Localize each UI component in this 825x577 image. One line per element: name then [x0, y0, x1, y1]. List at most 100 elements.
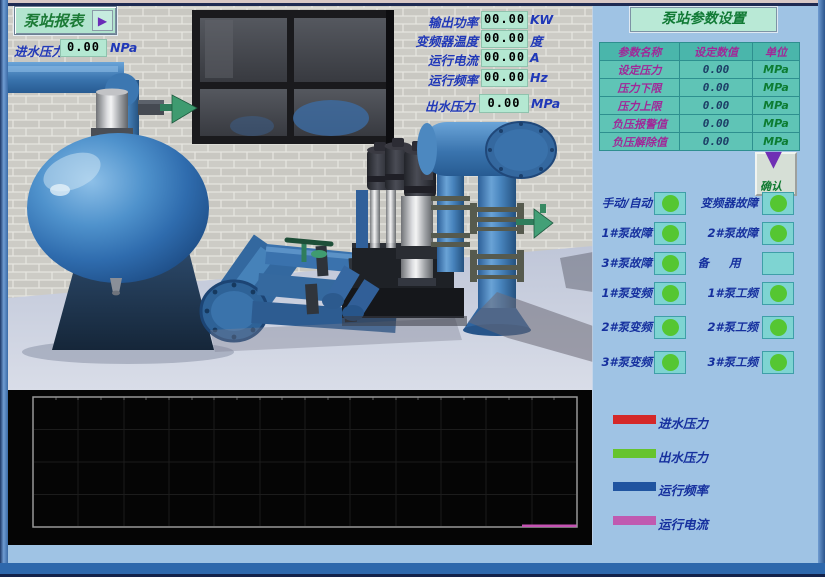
status-label-spare: 备 用 — [688, 255, 758, 271]
legend-swatch-outlet-pressure — [613, 449, 656, 458]
confirm-triangle-icon: ▼ — [765, 149, 782, 171]
param-name: 设定压力 — [600, 61, 680, 79]
legend-label-inlet-pressure: 进水压力 — [658, 413, 708, 432]
lamp-manual-auto — [654, 192, 686, 215]
discharge-header-pipe — [417, 122, 556, 178]
run-current-value: 00.00 — [481, 49, 528, 67]
lamp-pump1-vfd — [654, 282, 686, 305]
header-set-value: 设定数值 — [680, 43, 753, 61]
panel-divider — [592, 6, 593, 545]
status-label-pump1-mains: 1#泵工频 — [688, 285, 758, 301]
inlet-pressure-unit: NPa — [110, 40, 137, 55]
window — [192, 10, 394, 144]
param-name: 压力下限 — [600, 79, 680, 97]
lamp-pump1-mains — [762, 282, 794, 305]
legend-swatch-inlet-pressure — [613, 415, 656, 424]
report-button[interactable]: 泵站报表 ▶ — [14, 6, 117, 35]
legend-swatch-run-frequency — [613, 482, 656, 491]
header-param-name: 参数名称 — [600, 43, 680, 61]
settings-panel-title: 泵站参数设置 — [630, 7, 777, 32]
pump-casing — [401, 196, 433, 282]
outlet-pressure-label: 出水压力 — [400, 96, 475, 115]
lamp-circle — [662, 354, 679, 371]
lamp-circle — [770, 319, 787, 336]
lamp-pump2-vfd — [654, 316, 686, 339]
outlet-pressure-value: 0.00 — [479, 94, 529, 113]
param-unit: MPa — [753, 115, 800, 133]
param-value[interactable]: 0.00 — [680, 61, 753, 79]
param-name: 压力上限 — [600, 97, 680, 115]
status-label-pump2-vfd: 2#泵变频 — [586, 319, 652, 335]
status-label-pump3-fault: 3#泵故障 — [586, 255, 652, 271]
param-unit: MPa — [753, 97, 800, 115]
output-power-label: 输出功率 — [402, 12, 478, 31]
lamp-vfd-fault — [762, 192, 794, 215]
lamp-pump3-vfd — [654, 351, 686, 374]
run-frequency-unit: Hz — [530, 70, 548, 85]
legend-label-outlet-pressure: 出水压力 — [658, 447, 708, 466]
inlet-pressure-value: 0.00 — [60, 39, 107, 57]
param-unit: MPa — [753, 61, 800, 79]
param-value[interactable]: 0.00 — [680, 115, 753, 133]
status-label-manual-auto: 手动/自动 — [586, 195, 652, 211]
vfd-temperature-unit: 度 — [530, 31, 543, 50]
inlet-pressure-label: 进水压力 — [14, 41, 64, 60]
settings-table-header: 参数名称 设定数值 单位 — [600, 43, 800, 61]
output-power-value: 00.00 — [481, 11, 528, 29]
frame-left — [0, 0, 8, 577]
lamp-circle — [662, 195, 679, 212]
table-row: 压力上限 0.00 MPa — [600, 97, 800, 115]
run-frequency-value: 00.00 — [481, 69, 528, 87]
lamp-circle — [662, 255, 679, 272]
lamp-circle — [770, 255, 787, 272]
grid-lines — [34, 398, 576, 526]
param-value[interactable]: 0.00 — [680, 133, 753, 151]
param-unit: MPa — [753, 79, 800, 97]
header-unit: 单位 — [753, 43, 800, 61]
lamp-pump3-mains — [762, 351, 794, 374]
status-label-pump3-mains: 3#泵工频 — [688, 354, 758, 370]
lamp-pump2-mains — [762, 316, 794, 339]
pump-station-hmi-screen: 泵站报表 ▶ 进水压力 0.00 NPa 输出功率 00.00 KW 变频器温度… — [0, 0, 825, 577]
lamp-circle — [662, 225, 679, 242]
frame-top-dark — [0, 3, 825, 6]
table-row: 设定压力 0.00 MPa — [600, 61, 800, 79]
settings-table: 参数名称 设定数值 单位 设定压力 0.00 MPa 压力下限 0.00 MPa… — [599, 42, 800, 151]
status-label-vfd-fault: 变频器故障 — [688, 195, 758, 211]
lamp-pump3-fault — [654, 252, 686, 275]
lamp-circle — [662, 285, 679, 302]
table-row: 负压报警值 0.00 MPa — [600, 115, 800, 133]
vfd-temperature-label: 变频器温度 — [395, 31, 478, 50]
play-icon[interactable]: ▶ — [92, 10, 113, 31]
trend-chart — [8, 390, 592, 545]
outlet-pressure-unit: MPa — [531, 96, 560, 111]
output-power-unit: KW — [530, 12, 553, 27]
legend-label-run-frequency: 运行频率 — [658, 480, 708, 499]
run-current-unit: A — [530, 50, 540, 65]
status-label-pump1-fault: 1#泵故障 — [586, 225, 652, 241]
param-value[interactable]: 0.00 — [680, 97, 753, 115]
lamp-circle — [662, 319, 679, 336]
status-label-pump3-vfd: 3#泵变频 — [586, 354, 652, 370]
frame-right — [818, 0, 825, 577]
status-label-pump2-mains: 2#泵工频 — [688, 319, 758, 335]
param-value[interactable]: 0.00 — [680, 79, 753, 97]
run-current-label: 运行电流 — [402, 50, 478, 69]
run-frequency-label: 运行频率 — [402, 70, 478, 89]
legend-swatch-run-current — [613, 516, 656, 525]
tank-vent-cylinder — [91, 89, 133, 141]
lamp-circle — [770, 285, 787, 302]
confirm-button[interactable]: ▼ 确认 — [755, 152, 797, 196]
table-row: 压力下限 0.00 MPa — [600, 79, 800, 97]
frame-bottom — [0, 563, 825, 574]
lamp-circle — [770, 354, 787, 371]
lamp-spare — [762, 252, 794, 275]
lamp-pump1-fault — [654, 222, 686, 245]
lamp-circle — [770, 195, 787, 212]
status-label-pump2-fault: 2#泵故障 — [688, 225, 758, 241]
report-button-label: 泵站报表 — [15, 10, 92, 31]
param-name: 负压报警值 — [600, 115, 680, 133]
status-label-pump1-vfd: 1#泵变频 — [586, 285, 652, 301]
legend-label-run-current: 运行电流 — [658, 514, 708, 533]
lamp-pump2-fault — [762, 222, 794, 245]
